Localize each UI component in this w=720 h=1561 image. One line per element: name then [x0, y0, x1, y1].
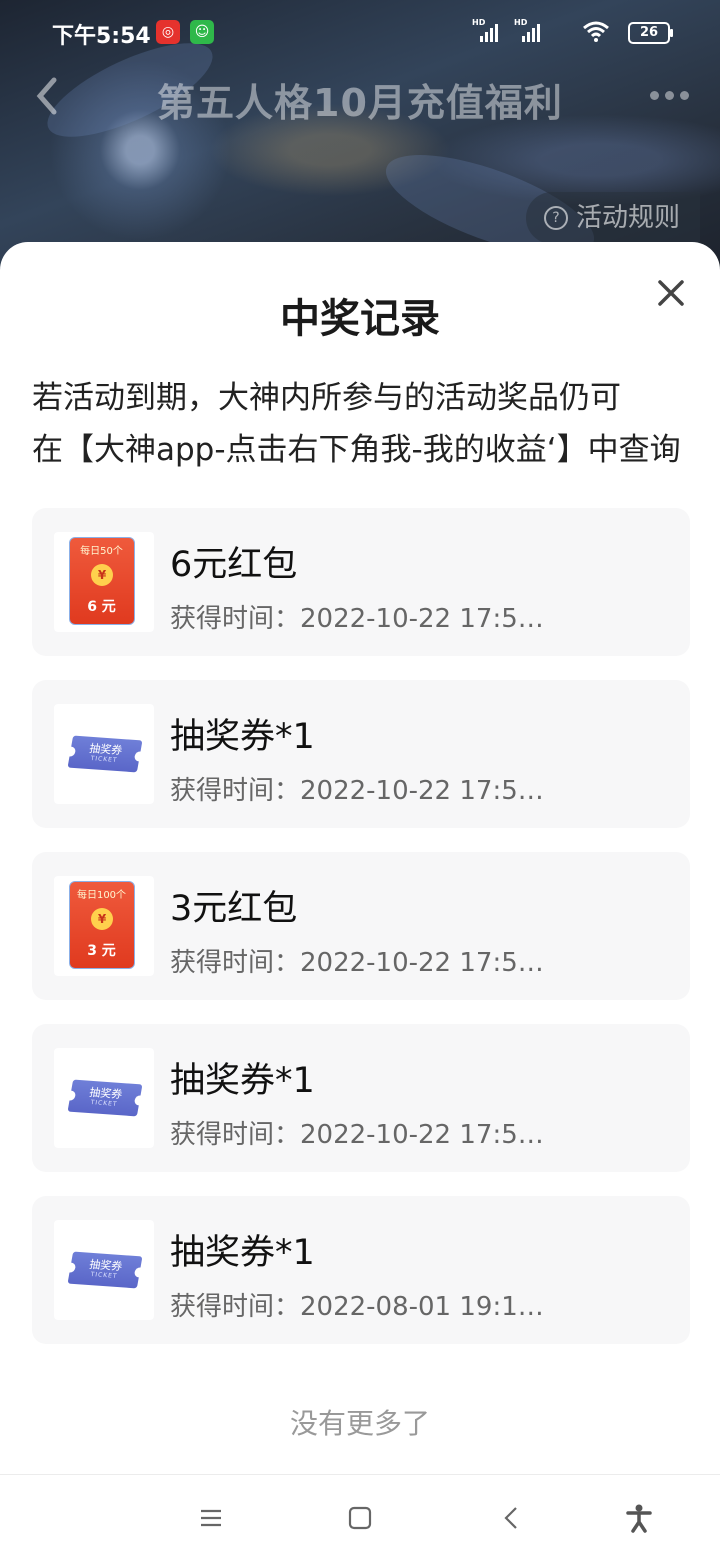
battery-icon: 26: [628, 22, 673, 44]
record-name: 抽奖券*1: [170, 717, 315, 757]
signal-icon: HD: [472, 18, 502, 44]
record-time: 获得时间：2022-10-22 17:52:31: [170, 604, 560, 634]
record-list: 每日50个 ¥ 6 元 6元红包 获得时间：2022-10-22 17:52:3…: [32, 508, 690, 1368]
record-time: 获得时间：2022-10-22 17:52:02: [170, 1120, 560, 1150]
status-time: 下午5:54: [52, 24, 151, 49]
wifi-icon: [583, 21, 609, 42]
no-more-text: 没有更多了: [289, 1407, 430, 1440]
record-item: 抽奖券 TICKET 抽奖券*1 获得时间：2022-10-22 17:52:1…: [32, 680, 690, 828]
record-item: 抽奖券 TICKET 抽奖券*1 获得时间：2022-10-22 17:52:0…: [32, 1024, 690, 1172]
red-packet-image: 每日50个 ¥ 6 元: [54, 532, 154, 632]
red-packet-amount: 6 元: [87, 599, 116, 615]
close-icon[interactable]: [656, 278, 686, 308]
record-name: 3元红包: [170, 889, 298, 929]
lottery-ticket-image: 抽奖券 TICKET: [54, 1220, 154, 1320]
red-packet-amount: 3 元: [87, 943, 116, 959]
home-icon[interactable]: [345, 1503, 375, 1533]
notice-line: 若活动到期，大神内所参与的活动奖品仍可: [32, 380, 621, 416]
red-packet-badge: 每日50个: [80, 546, 123, 557]
wechat-like-green-icon: ☺: [190, 20, 214, 44]
hd-label: HD: [514, 18, 528, 27]
sheet-title: 中奖记录: [280, 296, 440, 342]
notice-text: 若活动到期，大神内所参与的活动奖品仍可 在【大神app-点击右下角我-我的收益‘…: [32, 372, 692, 476]
hd-label: HD: [472, 18, 486, 27]
activity-rules-label: 活动规则: [575, 203, 680, 233]
coin-icon: ¥: [91, 908, 113, 930]
record-time: 获得时间：2022-08-01 19:12:45: [170, 1292, 560, 1322]
activity-rules-button[interactable]: ? 活动规则: [525, 192, 700, 244]
notice-line: 在【大神app-点击右下角我-我的收益‘】中查询: [32, 432, 681, 468]
record-name: 抽奖券*1: [170, 1061, 315, 1101]
page-title: 第五人格10月充值福利: [157, 81, 563, 125]
system-navigation-bar: [0, 1474, 720, 1561]
signal-icon: HD: [514, 18, 544, 44]
netease-music-icon: ◎: [156, 20, 180, 44]
prize-record-sheet: 中奖记录 若活动到期，大神内所参与的活动奖品仍可 在【大神app-点击右下角我-…: [0, 242, 720, 1474]
coin-icon: ¥: [91, 564, 113, 586]
accessibility-icon[interactable]: [624, 1503, 654, 1533]
record-time: 获得时间：2022-10-22 17:52:18: [170, 776, 560, 806]
title-bar: 第五人格10月充值福利: [0, 66, 720, 126]
back-arrow-icon[interactable]: [30, 74, 70, 118]
lottery-ticket-image: 抽奖券 TICKET: [54, 1048, 154, 1148]
record-item: 每日100个 ¥ 3 元 3元红包 获得时间：2022-10-22 17:52:…: [32, 852, 690, 1000]
status-bar: 下午5:54 ◎ ☺ HD HD 26: [0, 0, 720, 66]
question-icon: ?: [543, 206, 568, 230]
lottery-ticket-image: 抽奖券 TICKET: [54, 704, 154, 804]
more-options-icon[interactable]: [650, 88, 690, 102]
red-packet-image: 每日100个 ¥ 3 元: [54, 876, 154, 976]
record-name: 6元红包: [170, 545, 298, 585]
menu-icon[interactable]: [196, 1503, 226, 1533]
record-item: 每日50个 ¥ 6 元 6元红包 获得时间：2022-10-22 17:52:3…: [32, 508, 690, 656]
record-name: 抽奖券*1: [170, 1233, 315, 1273]
red-packet-badge: 每日100个: [76, 890, 127, 901]
back-icon[interactable]: [497, 1503, 527, 1533]
record-item: 抽奖券 TICKET 抽奖券*1 获得时间：2022-08-01 19:12:4…: [32, 1196, 690, 1344]
record-time: 获得时间：2022-10-22 17:52:09: [170, 948, 560, 978]
